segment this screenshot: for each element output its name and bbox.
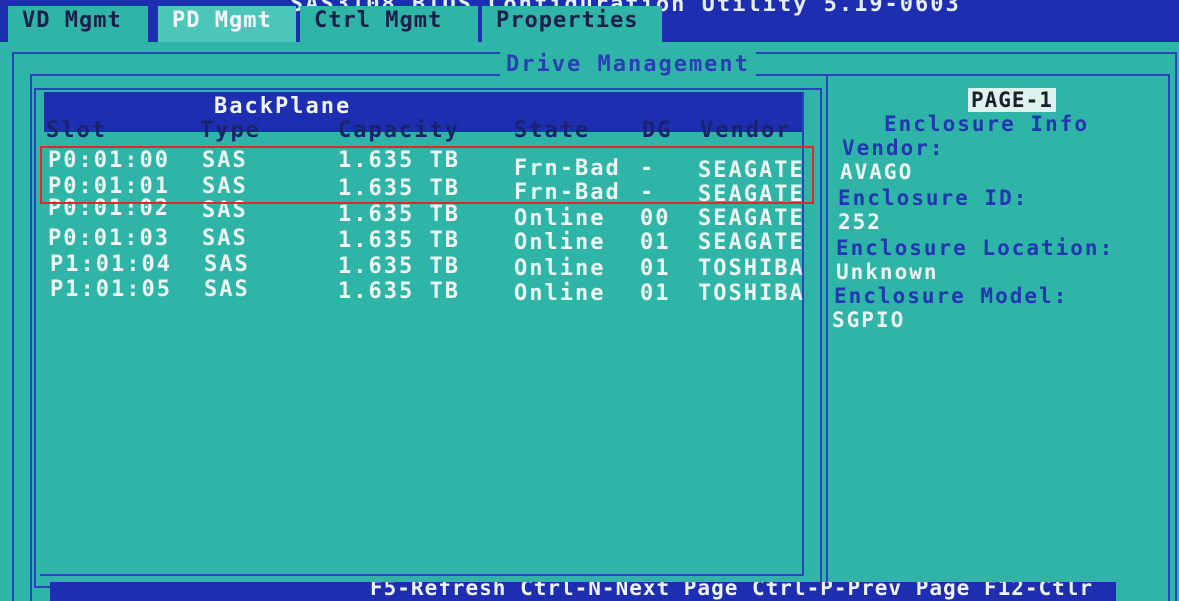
cell-capacity: 1.635 TB [338, 202, 460, 227]
cell-dg: 01 [640, 281, 671, 306]
pane-divider [826, 74, 828, 601]
tab-properties[interactable]: Properties [482, 6, 662, 42]
tab-ctrl-mgmt[interactable]: Ctrl Mgmt [300, 6, 478, 42]
column-header-type: Type [200, 118, 261, 143]
enclosure-id-value: 252 [838, 210, 882, 234]
tab-vd-mgmt[interactable]: VD Mgmt [8, 6, 148, 42]
cell-slot: P1:01:05 [50, 277, 172, 302]
status-bar: F5-Refresh Ctrl-N-Next Page Ctrl-P-Prev … [50, 582, 1116, 601]
selection-highlight-box [40, 146, 814, 204]
column-header-capacity: Capacity [338, 118, 460, 143]
enclosure-location-value: Unknown [836, 260, 939, 284]
table-row[interactable]: P0:01:03 SAS 1.635 TB Online 01 SEAGATE [46, 226, 806, 255]
vendor-value: AVAGO [840, 160, 914, 184]
key-hints: F5-Refresh Ctrl-N-Next Page Ctrl-P-Prev … [370, 582, 1094, 600]
tab-bar: VD Mgmt PD Mgmt Ctrl Mgmt Properties [8, 6, 1179, 42]
cell-capacity: 1.635 TB [338, 254, 460, 279]
enclosure-id-label: Enclosure ID: [838, 186, 1029, 210]
table-row[interactable]: P1:01:04 SAS 1.635 TB Online 01 TOSHIBA [46, 252, 806, 281]
cell-state: Online [514, 281, 606, 306]
vendor-label: Vendor: [842, 136, 945, 160]
cell-type: SAS [204, 252, 250, 277]
cell-type: SAS [202, 226, 248, 251]
tab-pd-mgmt[interactable]: PD Mgmt [158, 6, 296, 42]
panel-title: Drive Management [500, 52, 756, 77]
column-header-dg: DG [642, 118, 673, 143]
table-row[interactable]: P1:01:05 SAS 1.635 TB Online 01 TOSHIBA [46, 277, 806, 306]
column-header-slot: Slot [46, 118, 107, 143]
enclosure-model-value: SGPIO [832, 308, 906, 332]
cell-slot: P0:01:03 [48, 226, 170, 251]
cell-vendor: TOSHIBA [698, 281, 805, 306]
cell-slot: P1:01:04 [50, 252, 172, 277]
enclosure-model-label: Enclosure Model: [834, 284, 1069, 308]
cell-capacity: 1.635 TB [338, 279, 460, 304]
cell-type: SAS [204, 277, 250, 302]
enclosure-location-label: Enclosure Location: [836, 236, 1115, 260]
enclosure-info-heading: Enclosure Info [884, 112, 1090, 136]
column-header-state: State [514, 118, 591, 143]
table-row[interactable]: P0:01:02 SAS 1.635 TB Online 00 SEAGATE [46, 196, 806, 231]
page-indicator: PAGE-1 [968, 88, 1056, 112]
backplane-label: BackPlane [214, 94, 352, 119]
bios-screen: SAS3108 BIOS Configuration Utility 5.19-… [0, 0, 1179, 601]
column-header-vendor: Vendor [700, 118, 792, 143]
cell-capacity: 1.635 TB [338, 228, 460, 253]
